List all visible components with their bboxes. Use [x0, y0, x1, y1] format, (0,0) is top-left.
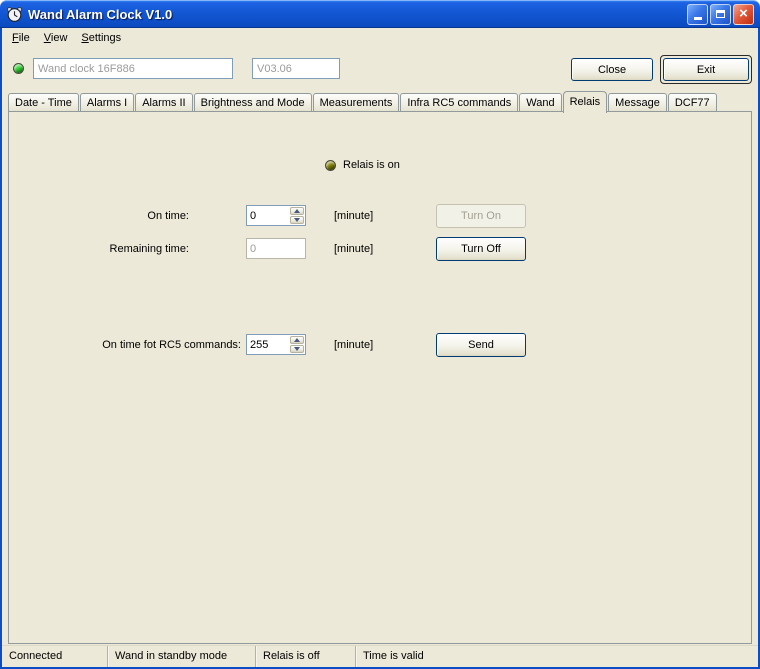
rc5-on-time-label: On time fot RC5 commands: [102, 339, 241, 351]
alarm-clock-icon [6, 6, 23, 23]
tab-dcf77[interactable]: DCF77 [667, 93, 717, 112]
maximize-button[interactable] [710, 3, 731, 25]
rc5-on-time-unit-label: [minute] [334, 339, 374, 351]
connection-led [13, 63, 24, 74]
close-icon: × [739, 5, 748, 22]
status-wand-mode: Wand in standby mode [108, 646, 256, 667]
exit-button-focus-frame: Exit [660, 55, 752, 84]
remaining-time-input[interactable] [246, 238, 306, 259]
on-time-spin-down-button[interactable] [290, 216, 304, 224]
chevron-up-icon [294, 209, 300, 213]
tab-measurements[interactable]: Measurements [312, 93, 400, 112]
titlebar-buttons: × [687, 3, 754, 25]
rc5-on-time-input[interactable] [247, 335, 289, 354]
on-time-input[interactable] [247, 206, 289, 225]
turn-off-button[interactable]: Turn Off [436, 237, 526, 261]
rc5-spin-down-button[interactable] [290, 345, 304, 353]
window-title: Wand Alarm Clock V1.0 [28, 6, 173, 22]
tab-alarms-i[interactable]: Alarms I [79, 93, 135, 112]
turn-on-button[interactable]: Turn On [436, 204, 526, 228]
rc5-spin-buttons [289, 335, 305, 354]
chevron-down-icon [294, 218, 300, 222]
menu-view[interactable]: View [37, 29, 75, 47]
device-name-field[interactable] [33, 58, 233, 79]
client-area: File View Settings Close Exit Date - Tim… [0, 28, 760, 669]
relais-led-label: Relais is on [343, 159, 400, 171]
tab-date-time[interactable]: Date - Time [8, 93, 79, 112]
close-button[interactable]: Close [571, 58, 653, 81]
status-relais: Relais is off [256, 646, 356, 667]
firmware-version-field[interactable] [252, 58, 340, 79]
minimize-button[interactable] [687, 3, 708, 25]
tab-brightness-and-mode[interactable]: Brightness and Mode [193, 93, 312, 112]
remaining-time-unit-label: [minute] [334, 243, 374, 255]
close-window-button[interactable]: × [733, 3, 754, 25]
on-time-spin-buttons [289, 206, 305, 225]
menu-settings[interactable]: Settings [74, 29, 128, 47]
relais-led [325, 159, 336, 171]
tab-infra-rc5-commands[interactable]: Infra RC5 commands [400, 93, 519, 112]
send-button[interactable]: Send [436, 333, 526, 357]
relais-state-indicator: Relais is on [325, 159, 400, 171]
on-time-unit-label: [minute] [334, 210, 374, 222]
rc5-spin-up-button[interactable] [290, 336, 304, 344]
on-time-label: On time: [147, 210, 189, 222]
remaining-time-label: Remaining time: [109, 243, 189, 255]
exit-button[interactable]: Exit [663, 58, 749, 81]
tabstrip: Date - Time Alarms I Alarms II Brightnes… [8, 91, 752, 113]
chevron-up-icon [294, 338, 300, 342]
app-window: Wand Alarm Clock V1.0 × File View Settin… [0, 0, 760, 669]
status-time-validity: Time is valid [363, 650, 424, 662]
menubar: File View Settings [2, 28, 758, 48]
chevron-down-icon [294, 347, 300, 351]
maximize-icon [716, 10, 725, 18]
relais-tab-panel: Relais is on On time: [minute] Turn On R… [8, 111, 752, 644]
status-connection: Connected [2, 646, 108, 667]
titlebar: Wand Alarm Clock V1.0 × [0, 0, 760, 28]
tab-wand[interactable]: Wand [519, 93, 562, 112]
minimize-icon [693, 17, 702, 20]
on-time-spin-up-button[interactable] [290, 207, 304, 215]
on-time-spinner [246, 205, 306, 226]
menu-file[interactable]: File [5, 29, 37, 47]
tab-alarms-ii[interactable]: Alarms II [135, 93, 193, 112]
rc5-on-time-spinner [246, 334, 306, 355]
statusbar: Connected Wand in standby mode Relais is… [2, 645, 758, 667]
tab-message[interactable]: Message [608, 93, 667, 112]
tab-relais[interactable]: Relais [562, 91, 608, 113]
